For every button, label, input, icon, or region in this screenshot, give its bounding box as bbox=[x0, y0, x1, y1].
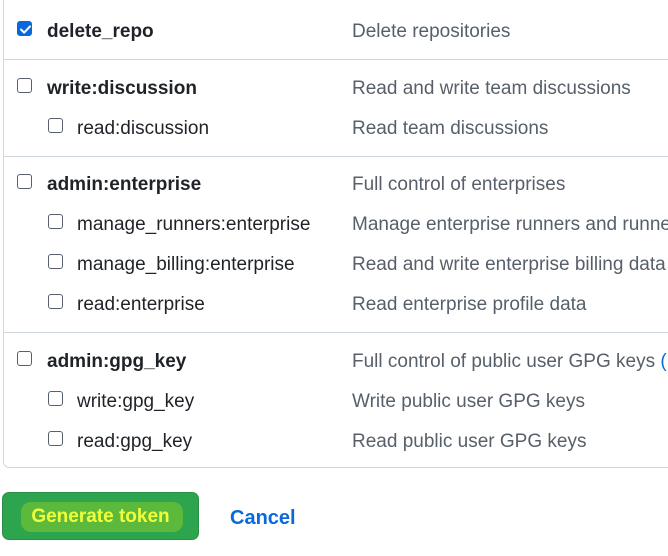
checkbox-manage-billing-enterprise[interactable] bbox=[48, 254, 63, 269]
scope-name: read:enterprise bbox=[77, 294, 205, 315]
checkbox-write-gpg-key[interactable] bbox=[48, 391, 63, 406]
scope-description: Read team discussions bbox=[352, 118, 549, 139]
checkbox-admin-gpg-key[interactable] bbox=[17, 351, 32, 366]
scope-name: read:discussion bbox=[77, 118, 210, 139]
scope-description: Manage enterprise runners and runne bbox=[352, 214, 668, 235]
scope-name: manage_runners:enterprise bbox=[77, 214, 311, 235]
checkbox-read-gpg-key[interactable] bbox=[48, 431, 63, 446]
checkbox-read-enterprise[interactable] bbox=[48, 294, 63, 309]
divider bbox=[3, 332, 668, 333]
docs-link[interactable]: ( bbox=[660, 351, 666, 372]
scope-description: Read enterprise profile data bbox=[352, 294, 587, 315]
scope-description: Delete repositories bbox=[352, 21, 511, 42]
divider bbox=[3, 156, 668, 157]
scope-description: Read and write enterprise billing data bbox=[352, 254, 666, 275]
scope-description-text: Full control of public user GPG keys bbox=[352, 351, 656, 372]
scope-name: read:gpg_key bbox=[77, 431, 193, 452]
scope-description: Full control of public user GPG keys ( bbox=[352, 350, 667, 374]
check-icon bbox=[20, 25, 31, 34]
checkbox-write-discussion[interactable] bbox=[17, 78, 32, 93]
checkbox-delete-repo[interactable] bbox=[17, 21, 32, 36]
scope-description: Read public user GPG keys bbox=[352, 431, 587, 452]
scope-name: manage_billing:enterprise bbox=[77, 254, 295, 275]
scope-description: Full control of enterprises bbox=[352, 174, 566, 195]
scope-name: write:discussion bbox=[47, 78, 197, 99]
scope-name: admin:enterprise bbox=[47, 174, 202, 195]
generate-token-label: Generate token bbox=[31, 506, 170, 527]
scope-name: write:gpg_key bbox=[77, 391, 195, 412]
checkbox-read-discussion[interactable] bbox=[48, 118, 63, 133]
scope-name: admin:gpg_key bbox=[47, 351, 187, 372]
scope-description: Read and write team discussions bbox=[352, 78, 631, 99]
cancel-button[interactable]: Cancel bbox=[230, 505, 296, 531]
scope-name: delete_repo bbox=[47, 21, 154, 42]
scope-description: Write public user GPG keys bbox=[352, 391, 586, 412]
generate-token-button[interactable]: Generate token bbox=[2, 492, 199, 540]
divider bbox=[3, 59, 668, 60]
checkbox-manage-runners-enterprise[interactable] bbox=[48, 214, 63, 229]
checkbox-admin-enterprise[interactable] bbox=[17, 174, 32, 189]
